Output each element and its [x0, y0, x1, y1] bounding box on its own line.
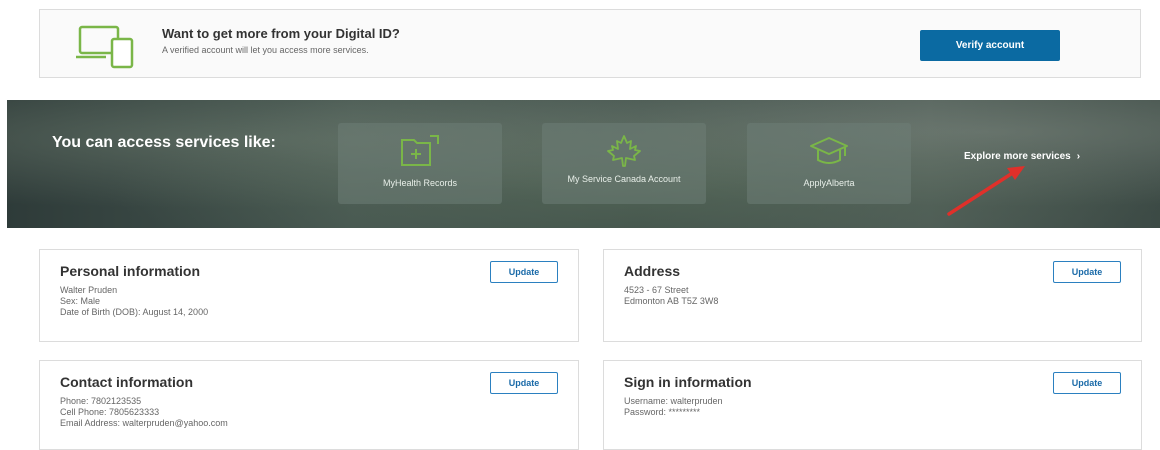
service-tile-applyalberta[interactable]: ApplyAlberta [747, 123, 911, 204]
card-details: Phone: 7802123535 Cell Phone: 7805623333… [60, 396, 228, 429]
red-arrow-annotation-icon [947, 166, 1025, 216]
sign-in-information-card: Sign in information Username: walterprud… [603, 360, 1142, 450]
card-title: Contact information [60, 374, 193, 390]
service-tile-label: ApplyAlberta [803, 178, 855, 188]
verify-subtitle: A verified account will let you access m… [162, 45, 369, 55]
card-line: Date of Birth (DOB): August 14, 2000 [60, 307, 209, 317]
address-card: Address 4523 - 67 Street Edmonton AB T5Z… [603, 249, 1142, 342]
chevron-right-icon: › [1076, 151, 1081, 162]
verify-banner: Want to get more from your Digital ID? A… [39, 9, 1141, 78]
card-title: Sign in information [624, 374, 752, 390]
card-line: Username: walterpruden [624, 396, 723, 406]
card-line: 4523 - 67 Street [624, 285, 689, 295]
maple-leaf-icon [607, 135, 641, 167]
card-line: Edmonton AB T5Z 3W8 [624, 296, 719, 306]
update-sign-in-button[interactable]: Update [1053, 372, 1121, 394]
card-title: Personal information [60, 263, 201, 279]
card-line: Cell Phone: 7805623333 [60, 407, 160, 417]
verify-account-button[interactable]: Verify account [920, 30, 1060, 61]
update-contact-button[interactable]: Update [490, 372, 558, 394]
service-tile-label: My Service Canada Account [567, 174, 681, 184]
devices-icon [76, 25, 134, 69]
card-line: Password: ********* [624, 407, 701, 417]
card-line: Sex: Male [60, 296, 101, 306]
graduation-cap-icon [810, 137, 848, 164]
card-details: Username: walterpruden Password: *******… [624, 396, 723, 418]
update-personal-button[interactable]: Update [490, 261, 558, 283]
card-line: Email Address: walterpruden@yahoo.com [60, 418, 228, 428]
card-details: Walter Pruden Sex: Male Date of Birth (D… [60, 285, 208, 318]
verify-title: Want to get more from your Digital ID? [162, 26, 400, 41]
personal-information-card: Personal information Walter Pruden Sex: … [39, 249, 579, 342]
service-tile-label: MyHealth Records [382, 178, 458, 188]
folder-plus-icon [401, 135, 439, 166]
services-title: You can access services like: [52, 134, 276, 151]
service-tile-myhealth[interactable]: MyHealth Records [338, 123, 502, 204]
service-tile-service-canada[interactable]: My Service Canada Account [542, 123, 706, 204]
contact-information-card: Contact information Phone: 7802123535 Ce… [39, 360, 579, 450]
card-title: Address [624, 263, 681, 279]
services-hero: You can access services like: MyHealth R… [7, 100, 1160, 228]
card-line: Walter Pruden [60, 285, 118, 295]
card-details: 4523 - 67 Street Edmonton AB T5Z 3W8 [624, 285, 718, 307]
card-line: Phone: 7802123535 [60, 396, 142, 406]
update-address-button[interactable]: Update [1053, 261, 1121, 283]
